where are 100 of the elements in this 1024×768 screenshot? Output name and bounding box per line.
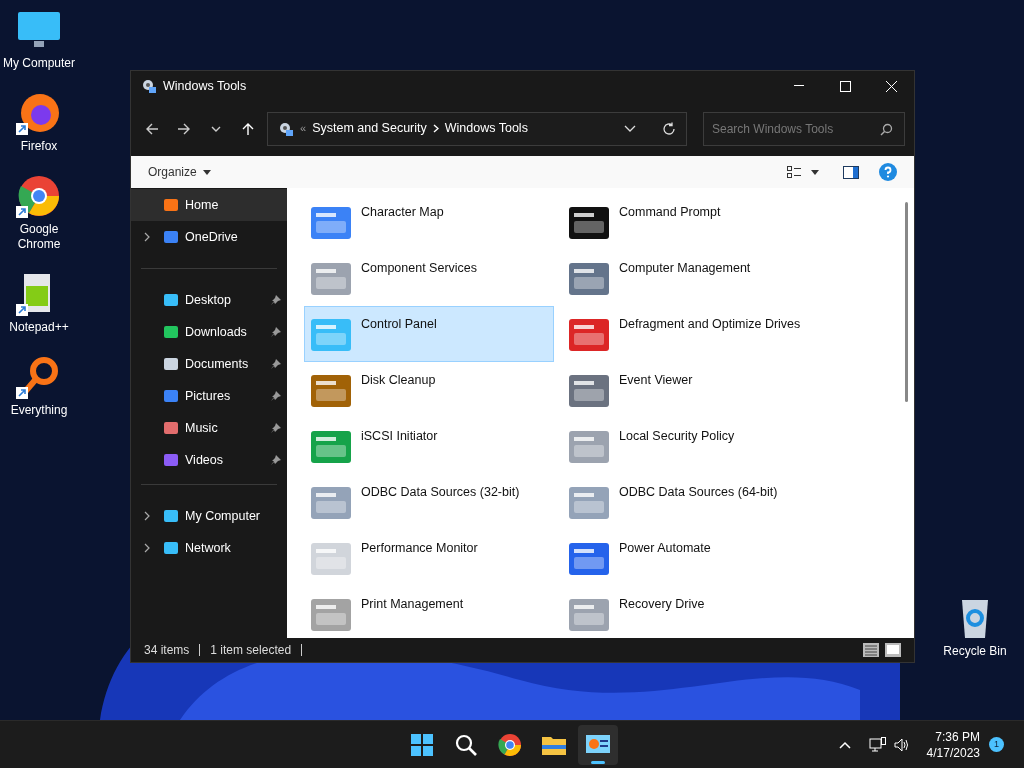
- sidebar-label: Pictures: [185, 387, 231, 405]
- desktop-icon-label[interactable]: My Computer: [3, 56, 75, 71]
- chevron-right-icon[interactable]: [143, 543, 151, 553]
- sidebar-label: Downloads: [185, 323, 247, 341]
- clock-date[interactable]: 4/17/2023: [926, 744, 980, 761]
- tool-item[interactable]: Command Prompt: [562, 194, 812, 250]
- tool-item-label: Print Management: [361, 596, 464, 613]
- breadcrumb-link[interactable]: Windows Tools: [444, 119, 528, 138]
- tool-item[interactable]: ODBC Data Sources (32-bit): [304, 474, 554, 530]
- sidebar-label: Music: [185, 419, 218, 437]
- sidebar-label: Videos: [185, 451, 223, 469]
- search-field[interactable]: Search Windows Tools: [703, 111, 905, 146]
- tool-item[interactable]: Defragment and Optimize Drives: [562, 306, 812, 362]
- sidebar-item[interactable]: Music: [131, 412, 287, 444]
- network-icon[interactable]: [868, 736, 887, 753]
- tools-gear-icon: [278, 120, 294, 137]
- sidebar-item[interactable]: OneDrive: [131, 221, 287, 253]
- sidebar-item[interactable]: Documents: [131, 348, 287, 380]
- breadcrumb-link[interactable]: System and Security: [312, 119, 427, 138]
- arrow-right-icon: [177, 121, 191, 136]
- desktop-icon-label[interactable]: Firefox: [20, 139, 58, 154]
- tool-item[interactable]: ODBC Data Sources (64-bit): [562, 474, 812, 530]
- tool-item-label: Component Services: [361, 260, 478, 277]
- desktop-icon-label[interactable]: Recycle Bin: [943, 644, 1007, 659]
- item-count: 34 items: [144, 642, 190, 659]
- tool-item[interactable]: Event Viewer: [562, 362, 812, 418]
- desktop-app-icon[interactable]: [16, 174, 62, 218]
- desktop-app-icon[interactable]: [16, 91, 62, 135]
- tool-item-label: Computer Management: [619, 260, 751, 277]
- arrow-up-icon: [241, 121, 255, 136]
- sidebar-label: OneDrive: [185, 228, 238, 246]
- close-icon: [885, 80, 897, 92]
- sidebar-item[interactable]: Desktop: [131, 284, 287, 316]
- tool-item-label: ODBC Data Sources (64-bit): [619, 484, 778, 501]
- path-overflow-marker[interactable]: «: [300, 120, 307, 137]
- tool-item[interactable]: Local Security Policy: [562, 418, 812, 474]
- selection-count: 1 item selected: [210, 642, 292, 659]
- sidebar-item[interactable]: Home: [131, 189, 287, 221]
- tool-item[interactable]: Control Panel: [304, 306, 554, 362]
- tool-item-label: Local Security Policy: [619, 428, 735, 445]
- sidebar-item[interactable]: Videos: [131, 444, 287, 476]
- desktop-icon-label[interactable]: Google Chrome: [1, 222, 77, 252]
- sidebar-label: Network: [185, 539, 231, 557]
- tool-item-label: Command Prompt: [619, 204, 721, 221]
- notification-count-badge[interactable]: 1: [989, 737, 1004, 752]
- tool-item[interactable]: Power Automate: [562, 530, 812, 586]
- sidebar-label: Home: [185, 196, 219, 214]
- search-icon[interactable]: [454, 732, 478, 757]
- caret-icon: [811, 169, 819, 175]
- tool-item[interactable]: Character Map: [304, 194, 554, 250]
- tool-item[interactable]: Print Management: [304, 586, 554, 638]
- tool-item-label: Character Map: [361, 204, 444, 221]
- tools-gear-icon: [141, 78, 157, 94]
- minimize-icon: [794, 85, 804, 87]
- tool-item[interactable]: Component Services: [304, 250, 554, 306]
- chevron-down-icon[interactable]: [624, 124, 636, 133]
- sidebar-item[interactable]: Downloads: [131, 316, 287, 348]
- help-icon[interactable]: [879, 163, 897, 181]
- tool-item[interactable]: Performance Monitor: [304, 530, 554, 586]
- caret-icon: [202, 169, 211, 175]
- browser-icon[interactable]: [498, 732, 522, 757]
- clock-time[interactable]: 7:36 PM: [935, 728, 980, 745]
- sidebar-item[interactable]: Pictures: [131, 380, 287, 412]
- tool-item-label: Defragment and Optimize Drives: [619, 316, 801, 333]
- tool-item[interactable]: iSCSI Initiator: [304, 418, 554, 474]
- tool-item-label: ODBC Data Sources (32-bit): [361, 484, 520, 501]
- breadcrumb-separator-icon: [432, 124, 439, 133]
- view-options-button[interactable]: [787, 166, 819, 178]
- chevron-right-icon[interactable]: [143, 232, 151, 242]
- sidebar-label: Desktop: [185, 291, 231, 309]
- sidebar-item[interactable]: Network: [131, 532, 287, 564]
- tool-item-label: Performance Monitor: [361, 540, 478, 557]
- chevron-right-icon[interactable]: [143, 511, 151, 521]
- preview-pane-icon[interactable]: [843, 165, 859, 179]
- arrow-left-icon: [145, 121, 159, 136]
- chevron-up-icon[interactable]: [838, 740, 851, 749]
- tool-item[interactable]: Recovery Drive: [562, 586, 812, 638]
- desktop-icon-label[interactable]: Notepad++: [9, 320, 69, 335]
- tool-item-label: iSCSI Initiator: [361, 428, 438, 445]
- sidebar-label: Documents: [185, 355, 249, 373]
- sidebar-label: My Computer: [185, 507, 261, 525]
- tool-item-label: Control Panel: [361, 316, 437, 333]
- address-bar[interactable]: « System and Security Windows Tools: [267, 111, 687, 146]
- sidebar-item[interactable]: My Computer: [131, 500, 287, 532]
- scrollbar-drawing[interactable]: [905, 202, 908, 402]
- search-icon[interactable]: [880, 122, 893, 136]
- volume-icon[interactable]: [892, 736, 911, 753]
- desktop-icon-label[interactable]: Everything: [10, 403, 68, 418]
- tool-item-label: Power Automate: [619, 540, 711, 557]
- tool-item[interactable]: Disk Cleanup: [304, 362, 554, 418]
- taskbar-button[interactable]: [578, 724, 618, 765]
- organize-menu-button[interactable]: Organize: [148, 163, 211, 181]
- tool-item-label: Recovery Drive: [619, 596, 705, 613]
- tool-item[interactable]: Computer Management: [562, 250, 812, 306]
- tool-item-label: Disk Cleanup: [361, 372, 436, 389]
- windows-start-icon[interactable]: [410, 732, 434, 757]
- view-list-icon: [787, 166, 801, 178]
- window-title: Windows Tools: [163, 77, 247, 95]
- tool-item-label: Event Viewer: [619, 372, 693, 389]
- refresh-icon[interactable]: [662, 121, 676, 136]
